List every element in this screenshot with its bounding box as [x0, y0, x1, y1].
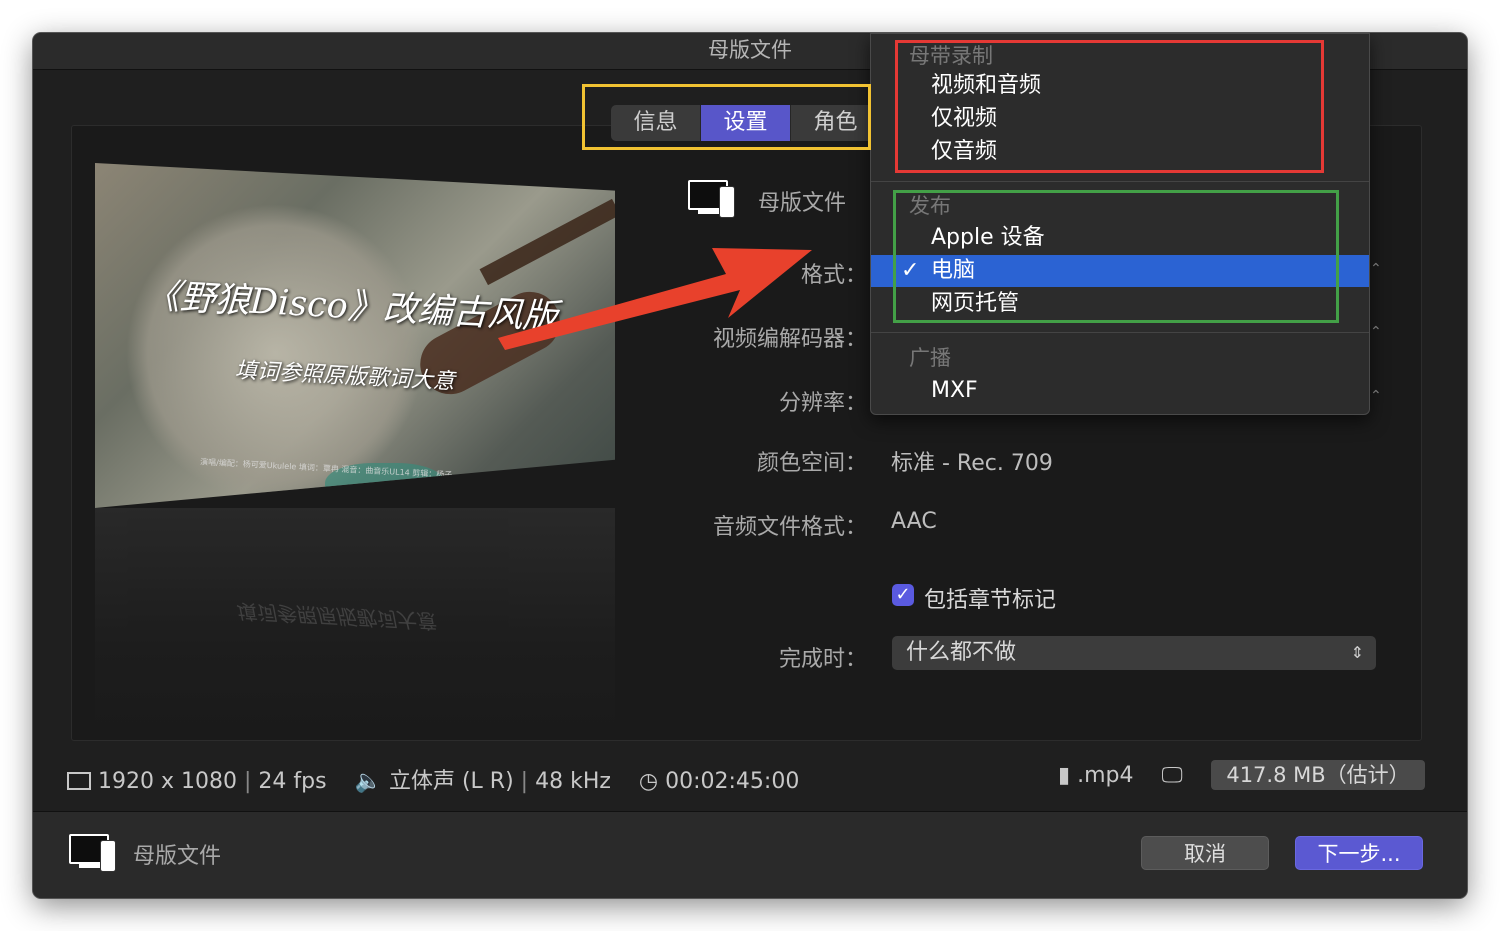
codec-stepper-icon[interactable]: ⌃ — [1370, 316, 1382, 348]
reflection-text: 填词参照原版歌词大意 — [234, 598, 436, 634]
master-file-icon — [688, 178, 736, 218]
preview-ukulele-neck — [479, 198, 615, 286]
menu-header-broadcast: 广播 — [909, 346, 951, 370]
footer-title: 母版文件 — [133, 844, 222, 869]
info-fps: 24 fps — [258, 769, 327, 794]
annotation-yellow-box — [582, 84, 871, 150]
menu-item-mxf[interactable]: MXF — [871, 375, 1369, 407]
info-extension: .mp4 — [1077, 763, 1134, 788]
colorspace-label: 颜色空间： — [756, 451, 867, 476]
menu-separator — [871, 181, 1369, 182]
speaker-icon: 🔈 — [354, 769, 382, 794]
video-preview: 《野狼Disco》改编古风版 填词参照原版歌词大意 演唱/编配：杨可爱Ukule… — [95, 163, 615, 508]
destination-name: 母版文件 — [758, 191, 847, 216]
codec-label: 视频编解码器： — [712, 327, 867, 352]
chapters-checkbox-label[interactable]: 包括章节标记 — [924, 582, 1056, 614]
on-complete-value: 什么都不做 — [906, 640, 1017, 665]
audio-format-value: AAC — [891, 509, 937, 534]
on-complete-label: 完成时： — [778, 647, 867, 672]
audio-format-label: 音频文件格式： — [712, 515, 867, 540]
footer: 母版文件 取消 下一步... — [33, 811, 1467, 898]
annotation-green-box — [893, 190, 1339, 323]
footer-master-icon — [69, 832, 117, 872]
colorspace-value: 标准 - Rec. 709 — [891, 451, 1053, 476]
format-stepper-icon[interactable]: ⌃ — [1370, 253, 1382, 285]
annotation-red-box — [895, 40, 1324, 173]
computer-icon: 🖵 — [1161, 763, 1183, 788]
preview-reflection: 填词参照原版歌词大意 — [95, 508, 615, 738]
info-duration: 00:02:45:00 — [665, 769, 800, 794]
preview-figure — [125, 203, 425, 503]
menu-separator — [871, 332, 1369, 333]
chevron-updown-icon: ⇕ — [1350, 643, 1364, 662]
resolution-label: 分辨率： — [778, 391, 867, 416]
format-label: 格式： — [800, 263, 867, 288]
on-complete-select[interactable]: 什么都不做 ⇕ — [892, 636, 1376, 670]
frame-size-icon — [67, 772, 91, 790]
info-audio: 立体声 (L R) — [388, 769, 514, 794]
clock-icon: ◷ — [638, 769, 659, 794]
info-resolution: 1920 x 1080 — [98, 769, 237, 794]
chapters-checkbox[interactable]: ✓ — [892, 584, 914, 606]
info-sample-rate: 48 kHz — [535, 769, 611, 794]
document-icon: ▮ — [1058, 763, 1071, 788]
file-info: ▮ .mp4 🖵 — [1058, 763, 1183, 793]
next-button[interactable]: 下一步... — [1295, 836, 1423, 870]
info-bar: 1920 x 1080 | 24 fps 🔈 立体声 (L R) | 48 kH… — [67, 763, 800, 794]
size-badge: 417.8 MB（估计） — [1211, 760, 1425, 790]
resolution-stepper-icon[interactable]: ⌃ — [1370, 380, 1382, 412]
cancel-button[interactable]: 取消 — [1141, 836, 1269, 870]
